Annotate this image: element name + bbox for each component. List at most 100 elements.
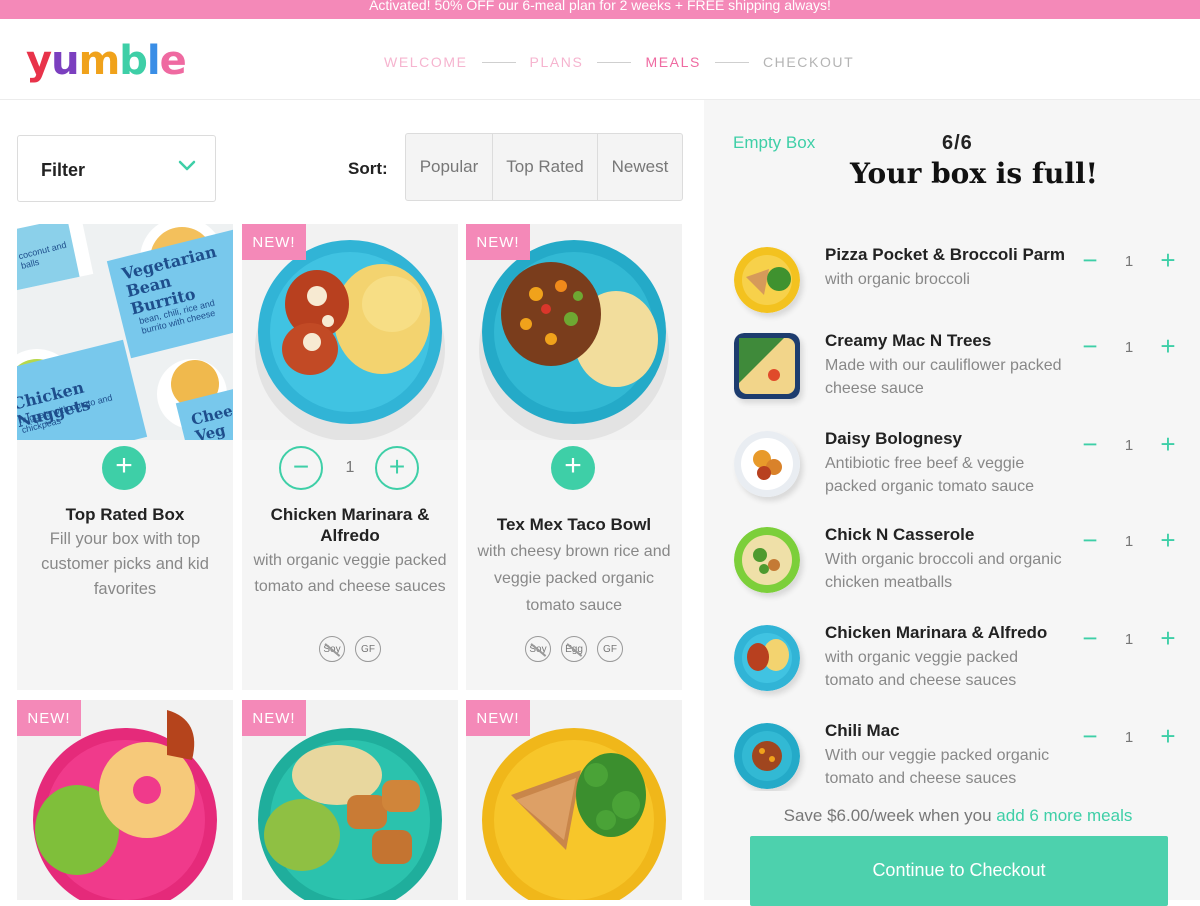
box-item: Pizza Pocket & Broccoli Parm with organi… [704, 245, 1200, 335]
empty-box-link[interactable]: Empty Box [733, 133, 815, 153]
increase-quantity-button[interactable]: + [1156, 247, 1180, 273]
logo-letter: y [26, 38, 52, 84]
decrease-quantity-button[interactable]: − [279, 446, 323, 490]
decrease-quantity-button[interactable]: − [1078, 625, 1102, 651]
box-item: Daisy Bolognesy Antibiotic free beef & v… [704, 429, 1200, 519]
box-item-name: Chick N Casserole [825, 525, 975, 544]
meal-card-pizza-pocket[interactable]: NEW! [466, 700, 682, 900]
sort-label: Sort: [348, 159, 388, 178]
marinara-thumb-image [734, 625, 800, 691]
box-item-quantity: 1 [1124, 729, 1134, 746]
increase-quantity-button[interactable]: + [375, 446, 419, 490]
box-item-description: with organic veggie packed tomato and ch… [825, 649, 1019, 689]
no-soy-icon: Soy [319, 636, 345, 662]
increase-quantity-button[interactable]: + [1156, 625, 1180, 651]
step-meals[interactable]: MEALS [645, 54, 700, 70]
step-plans[interactable]: PLANS [530, 54, 584, 70]
new-badge: NEW! [242, 224, 306, 260]
add-button[interactable]: + [102, 446, 146, 490]
meal-quantity: 1 [345, 459, 355, 476]
bolognesy-thumb-image [734, 431, 800, 497]
box-item-name: Daisy Bolognesy [825, 429, 962, 448]
decrease-quantity-button[interactable]: − [1078, 247, 1102, 273]
meal-card-nuggets[interactable]: NEW! [242, 700, 458, 900]
allergen-badges: Soy Egg GF [466, 636, 682, 662]
box-status-title: Your box is full! [850, 157, 1098, 190]
box-item-quantity: 1 [1124, 437, 1134, 454]
mac-trees-thumb-image [734, 333, 800, 399]
meal-description: with cheesy brown rice and veggie packed… [477, 543, 671, 614]
box-summary-panel: Empty Box 6/6 Your box is full! Pizza Po… [704, 100, 1200, 906]
allergen-badges: Soy GF [242, 636, 458, 662]
filter-label: Filter [41, 160, 86, 180]
gluten-free-icon: GF [597, 636, 623, 662]
logo-letter: m [78, 38, 121, 84]
yumble-logo[interactable]: yumble [26, 38, 187, 84]
meal-title: Top Rated Box [65, 505, 185, 524]
step-checkout[interactable]: CHECKOUT [763, 54, 854, 70]
increase-quantity-button[interactable]: + [1156, 431, 1180, 457]
meal-card-donut[interactable]: NEW! [17, 700, 233, 900]
filter-dropdown[interactable]: Filter [17, 135, 216, 202]
chevron-down-icon [178, 160, 196, 171]
step-divider [481, 61, 516, 63]
meal-description: with organic veggie packed tomato and ch… [253, 552, 447, 595]
promo-banner: Activated! 50% OFF our 6-meal plan for 2… [0, 0, 1200, 19]
sort-newest-button[interactable]: Newest [598, 134, 682, 200]
add-more-meals-link[interactable]: add 6 more meals [996, 806, 1132, 825]
step-divider [597, 61, 632, 63]
new-badge: NEW! [466, 700, 530, 736]
box-item-quantity: 1 [1124, 533, 1134, 550]
logo-letter: l [146, 38, 161, 84]
gluten-free-icon: GF [355, 636, 381, 662]
sort-top-rated-button[interactable]: Top Rated [493, 134, 598, 200]
progress-steps: WELCOME PLANS MEALS CHECKOUT [384, 54, 854, 70]
logo-letter: e [159, 38, 187, 84]
increase-quantity-button[interactable]: + [1156, 723, 1180, 749]
add-button[interactable]: + [551, 446, 595, 490]
sort-popular-button[interactable]: Popular [406, 134, 493, 200]
savings-text: Save $6.00/week when you [783, 806, 997, 825]
pizza-pocket-thumb-image [734, 247, 800, 313]
decrease-quantity-button[interactable]: − [1078, 431, 1102, 457]
decrease-quantity-button[interactable]: − [1078, 527, 1102, 553]
meal-description: Fill your box with top customer picks an… [41, 530, 209, 598]
logo-letter: b [119, 38, 148, 84]
step-divider [714, 61, 749, 63]
new-badge: NEW! [242, 700, 306, 736]
chili-mac-thumb-image [734, 723, 800, 789]
increase-quantity-button[interactable]: + [1156, 333, 1180, 359]
box-item-quantity: 1 [1124, 631, 1134, 648]
box-count: 6/6 [942, 132, 973, 154]
meal-box-collage-image: Vegetarian Bean Burrito bean, chili, ric… [17, 224, 233, 440]
promo-banner-text: Activated! 50% OFF our 6-meal plan for 2… [369, 0, 831, 13]
meal-card-chicken-marinara-alfredo[interactable]: NEW! − 1 + Chicken Marinara & Alfredo wi… [242, 224, 458, 690]
box-item: Chicken Marinara & Alfredo with organic … [704, 623, 1200, 713]
savings-message: Save $6.00/week when you add 6 more meal… [704, 806, 1200, 826]
box-item-quantity: 1 [1124, 339, 1134, 356]
box-item: Creamy Mac N Trees Made with our caulifl… [704, 331, 1200, 421]
box-item: Chick N Casserole With organic broccoli … [704, 525, 1200, 615]
decrease-quantity-button[interactable]: − [1078, 723, 1102, 749]
meal-title: Tex Mex Taco Bowl [496, 515, 652, 534]
header: yumble WELCOME PLANS MEALS CHECKOUT [0, 19, 1200, 100]
box-item: Chili Mac With our veggie packed organic… [704, 721, 1200, 791]
box-item-name: Creamy Mac N Trees [825, 331, 992, 350]
no-soy-icon: Soy [525, 636, 551, 662]
box-item-quantity: 1 [1124, 253, 1134, 270]
meal-card-tex-mex-taco-bowl[interactable]: NEW! + Tex Mex Taco Bowl with cheesy bro… [466, 224, 682, 690]
step-welcome[interactable]: WELCOME [384, 54, 468, 70]
box-item-description: With organic broccoli and organic chicke… [825, 551, 1062, 591]
decrease-quantity-button[interactable]: − [1078, 333, 1102, 359]
new-badge: NEW! [17, 700, 81, 736]
box-item-description: Made with our cauliflower packed cheese … [825, 357, 1062, 397]
casserole-thumb-image [734, 527, 800, 593]
no-egg-icon: Egg [561, 636, 587, 662]
meal-title: Chicken Marinara & Alfredo [270, 505, 430, 545]
meal-card-top-rated-box[interactable]: Vegetarian Bean Burrito bean, chili, ric… [17, 224, 233, 690]
box-item-name: Chicken Marinara & Alfredo [825, 623, 1048, 642]
increase-quantity-button[interactable]: + [1156, 527, 1180, 553]
new-badge: NEW! [466, 224, 530, 260]
continue-to-checkout-button[interactable]: Continue to Checkout [750, 836, 1168, 906]
box-item-description: with organic broccoli [825, 271, 970, 288]
